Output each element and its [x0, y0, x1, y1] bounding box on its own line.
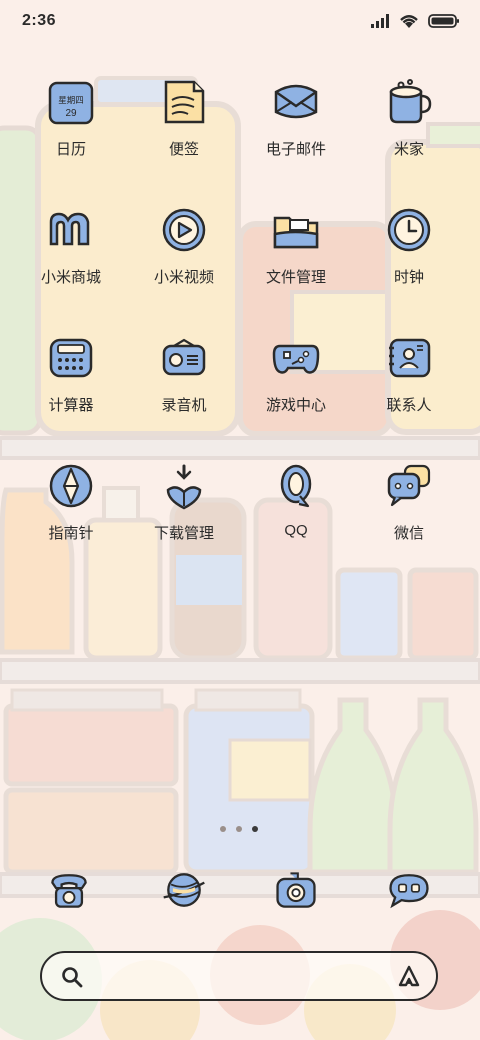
app-label: 游戏中心 [265, 397, 326, 414]
app-label: 下载管理 [153, 525, 214, 542]
app-label: 电子邮件 [265, 141, 326, 158]
status-bar: 2:36 [0, 0, 480, 44]
app-calculator[interactable]: 计算器 [15, 326, 127, 446]
video-icon [162, 208, 206, 252]
browser-planet-icon [163, 873, 205, 907]
email-icon [274, 84, 318, 119]
clock-icon [387, 208, 431, 252]
calendar-icon: 星期四 29 [48, 81, 94, 125]
dock-app-camera[interactable] [266, 862, 326, 918]
app-mi-video[interactable]: 小米视频 [128, 198, 240, 318]
app-wechat[interactable]: 微信 [353, 454, 465, 574]
app-file-manager[interactable]: 文件管理 [240, 198, 352, 318]
app-label: 米家 [393, 141, 424, 158]
wifi-icon [400, 15, 418, 28]
dock-app-phone[interactable] [39, 862, 99, 918]
app-qq[interactable]: QQ [240, 454, 352, 574]
dock-app-messages[interactable] [379, 862, 439, 918]
page-indicator[interactable] [220, 826, 258, 832]
app-label: 小米商城 [40, 269, 101, 286]
wechat-icon [387, 464, 431, 507]
gamepad-icon [272, 344, 320, 374]
qq-icon [280, 464, 312, 508]
folder-icon [273, 216, 319, 249]
search-icon[interactable] [60, 965, 84, 989]
page-dot[interactable] [220, 826, 226, 832]
assistant-icon[interactable] [396, 964, 422, 990]
mihome-mug-icon [389, 79, 432, 124]
mi-store-icon [49, 212, 90, 246]
app-label: 时钟 [393, 269, 424, 286]
battery-icon [428, 14, 459, 28]
app-label: 文件管理 [265, 269, 326, 286]
search-bar[interactable] [40, 951, 438, 1001]
app-label: 联系人 [386, 397, 432, 414]
phone-icon [51, 874, 87, 908]
page-dot[interactable] [236, 826, 242, 832]
calendar-day: 29 [65, 108, 77, 119]
app-calendar[interactable]: 星期四 29 日历 [15, 70, 127, 190]
compass-icon [49, 464, 93, 508]
notes-icon [164, 80, 205, 124]
app-contacts[interactable]: 联系人 [353, 326, 465, 446]
messages-icon [389, 874, 429, 909]
recorder-icon [162, 338, 206, 376]
calendar-weekday: 星期四 [58, 95, 84, 105]
app-label: 日历 [55, 141, 86, 158]
app-mihome[interactable]: 米家 [353, 70, 465, 190]
app-notes[interactable]: 便签 [128, 70, 240, 190]
contacts-icon [389, 338, 431, 378]
app-label: 小米视频 [153, 269, 214, 286]
app-clock[interactable]: 时钟 [353, 198, 465, 318]
download-icon [166, 464, 202, 510]
dock [0, 862, 480, 922]
app-game-center[interactable]: 游戏中心 [240, 326, 352, 446]
app-label: 微信 [393, 525, 424, 542]
page-dot-active[interactable] [252, 826, 258, 832]
calculator-icon [49, 338, 93, 378]
camera-icon [276, 872, 316, 908]
app-mi-store[interactable]: 小米商城 [15, 198, 127, 318]
app-download-manager[interactable]: 下载管理 [128, 454, 240, 574]
app-compass[interactable]: 指南针 [15, 454, 127, 574]
app-label: QQ [284, 522, 308, 539]
app-label: 录音机 [161, 397, 207, 414]
status-time: 2:36 [22, 12, 57, 29]
dock-app-browser[interactable] [154, 862, 214, 918]
signal-icon [371, 14, 389, 28]
app-label: 指南针 [48, 525, 94, 542]
app-label: 便签 [168, 141, 199, 158]
app-recorder[interactable]: 录音机 [128, 326, 240, 446]
app-label: 计算器 [48, 397, 94, 414]
app-email[interactable]: 电子邮件 [240, 70, 352, 190]
